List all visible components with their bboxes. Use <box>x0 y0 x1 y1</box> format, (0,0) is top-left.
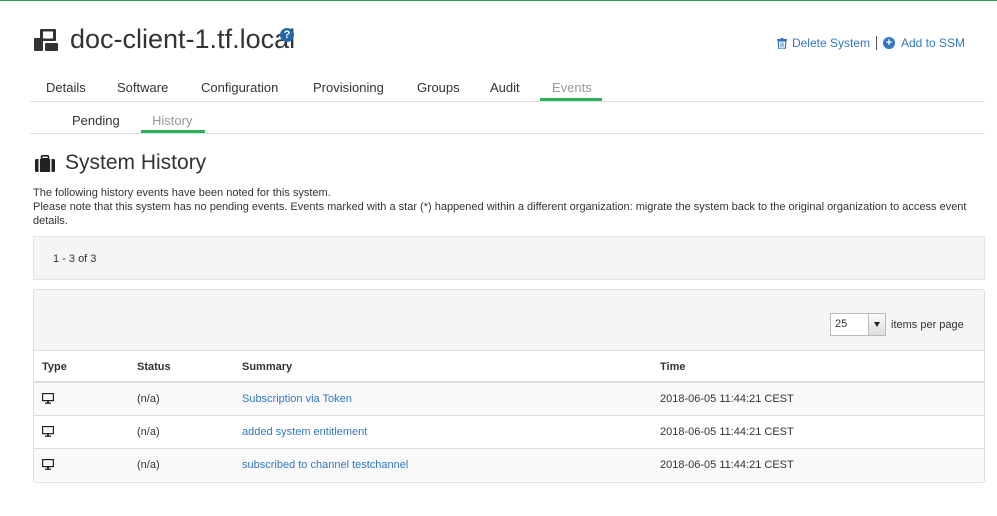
plus-circle-icon: + <box>882 37 895 49</box>
column-header-status[interactable]: Status <box>129 352 234 383</box>
time-cell: 2018-06-05 11:44:21 CEST <box>652 415 984 449</box>
sub-tabs: Pending History <box>30 111 985 134</box>
column-header-time[interactable]: Time <box>652 352 984 383</box>
tab-details[interactable]: Details <box>46 80 86 95</box>
summary-cell: subscribed to channel testchannel <box>234 448 652 481</box>
section-heading: System History <box>35 151 206 175</box>
add-to-ssm-label: Add to SSM <box>900 36 965 50</box>
briefcase-icon <box>35 154 55 172</box>
summary-link[interactable]: added system entitlement <box>242 426 367 438</box>
description-line-2: Please note that this system has no pend… <box>33 201 967 227</box>
tab-configuration[interactable]: Configuration <box>201 80 278 95</box>
time-cell: 2018-06-05 11:44:21 CEST <box>652 448 984 481</box>
summary-link[interactable]: subscribed to channel testchannel <box>242 459 408 471</box>
section-title: System History <box>65 151 207 174</box>
status-cell: (n/a) <box>129 415 234 449</box>
type-cell <box>34 382 129 416</box>
type-cell <box>34 448 129 481</box>
table-toolbar: 25 items per page <box>34 290 984 351</box>
top-accent-line <box>0 0 997 1</box>
header-actions: Delete System + Add to SSM <box>776 36 965 50</box>
delete-system-button[interactable]: Delete System <box>776 36 870 50</box>
table-row: (n/a) Subscription via Token 2018-06-05 … <box>34 382 984 416</box>
table-row: (n/a) added system entitlement 2018-06-0… <box>34 415 984 449</box>
select-dropdown-button[interactable] <box>868 314 885 335</box>
items-per-page-label: items per page <box>891 319 964 331</box>
tab-software[interactable]: Software <box>117 80 168 95</box>
active-subtab-indicator <box>141 130 205 133</box>
results-range: 1 - 3 of 3 <box>53 253 97 265</box>
history-table: Type Status Summary Time (n/a) Subscript… <box>34 352 984 481</box>
tab-provisioning[interactable]: Provisioning <box>313 80 384 95</box>
monitor-icon <box>42 393 54 405</box>
status-cell: (n/a) <box>129 448 234 481</box>
tab-events[interactable]: Events <box>552 80 592 95</box>
column-header-summary[interactable]: Summary <box>234 352 652 383</box>
subtab-pending[interactable]: Pending <box>72 113 120 128</box>
table-row: (n/a) subscribed to channel testchannel … <box>34 448 984 481</box>
results-count-bar: 1 - 3 of 3 <box>33 236 985 280</box>
subtab-history[interactable]: History <box>152 113 192 128</box>
items-per-page-value: 25 <box>835 318 848 330</box>
summary-cell: Subscription via Token <box>234 382 652 416</box>
time-cell: 2018-06-05 11:44:21 CEST <box>652 382 984 416</box>
monitor-icon <box>42 426 54 437</box>
help-icon[interactable]: ? <box>280 28 294 42</box>
monitor-icon <box>42 459 54 471</box>
table-header-row: Type Status Summary Time <box>34 352 984 383</box>
type-cell <box>34 415 129 449</box>
system-icon <box>34 29 58 51</box>
column-header-type[interactable]: Type <box>34 352 129 383</box>
add-to-ssm-button[interactable]: + Add to SSM <box>882 36 965 50</box>
action-separator <box>875 36 877 50</box>
system-header: doc-client-1.tf.local ? Delete System + … <box>30 24 985 60</box>
delete-system-label: Delete System <box>791 36 870 50</box>
summary-cell: added system entitlement <box>234 415 652 449</box>
caret-down-icon <box>874 322 880 327</box>
main-tabs: Details Software Configuration Provision… <box>30 78 985 102</box>
trash-icon <box>776 37 787 49</box>
status-cell: (n/a) <box>129 382 234 416</box>
page-title: doc-client-1.tf.local <box>70 24 296 54</box>
description-line-1: The following history events have been n… <box>33 187 331 199</box>
history-description: The following history events have been n… <box>33 186 988 228</box>
tab-audit[interactable]: Audit <box>490 80 520 95</box>
items-per-page-select[interactable]: 25 <box>830 313 886 336</box>
tab-groups[interactable]: Groups <box>417 80 460 95</box>
summary-link[interactable]: Subscription via Token <box>242 393 352 405</box>
active-tab-indicator <box>540 98 602 101</box>
history-table-panel: 25 items per page Type Status Summary Ti… <box>33 289 985 483</box>
